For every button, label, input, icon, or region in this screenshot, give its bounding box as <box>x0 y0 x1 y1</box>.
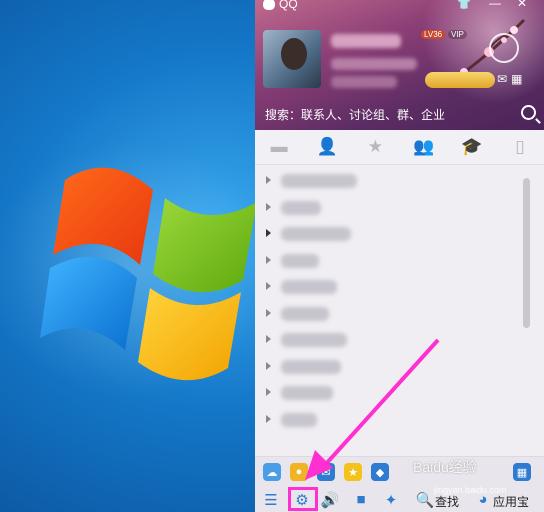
sound-icon[interactable]: 🔊 <box>320 491 340 509</box>
tab-favorites[interactable]: ★ <box>351 130 399 164</box>
search-bar[interactable]: 搜索：联系人、讨论组、群、企业 <box>255 101 544 127</box>
weiyun-icon[interactable]: ☁ <box>263 463 281 481</box>
list-item[interactable] <box>255 380 525 407</box>
file-folder-icon[interactable]: ■ <box>351 491 371 508</box>
list-item[interactable] <box>255 327 525 354</box>
minimize-button[interactable]: — <box>487 0 503 10</box>
mail-app-icon[interactable]: ✉ <box>317 463 335 481</box>
list-item[interactable] <box>255 354 525 381</box>
star-icon: ★ <box>367 137 384 156</box>
qq-penguin-icon <box>263 0 275 10</box>
baidu-watermark-url: jingyan.baidu.com <box>434 485 507 495</box>
app-shortcut-bar: ☁ ● ✉ ★ ◆ ▦ <box>255 456 544 487</box>
list-item[interactable] <box>255 221 525 248</box>
vip-badge[interactable]: VIP <box>448 30 467 39</box>
search-input[interactable]: 搜索：联系人、讨论组、群、企业 <box>265 106 445 123</box>
group-icon: 👥 <box>413 137 435 156</box>
collection-icon[interactable]: ✦ <box>381 491 401 509</box>
chat-bubble-icon: ▬ <box>270 137 288 156</box>
close-button[interactable]: ✕ <box>514 0 530 10</box>
search-icon[interactable] <box>521 105 536 120</box>
contact-group-list <box>255 168 525 453</box>
person-icon: 👤 <box>316 137 338 156</box>
tab-contacts[interactable]: 👤 <box>303 130 351 164</box>
app-grid-icon[interactable]: ▦ <box>511 72 522 86</box>
main-menu-icon[interactable]: ☰ <box>261 491 281 509</box>
list-item[interactable] <box>255 274 525 301</box>
signature-blurred[interactable] <box>331 58 417 70</box>
list-item[interactable] <box>255 407 525 434</box>
list-item[interactable] <box>255 195 525 222</box>
mail-icon[interactable]: ✉ <box>497 72 507 86</box>
signature-blurred-2 <box>331 76 397 88</box>
settings-highlight-box <box>288 487 318 511</box>
app-manager-icon[interactable]: ▦ <box>513 463 531 481</box>
qq-main-panel: QQ 👕 — ✕ LV36 VIP ✉ ▦ 搜索：联系人、讨论组、群、企业 ▬ … <box>255 0 544 512</box>
graduation-cap-icon: 🎓 <box>461 137 483 156</box>
find-icon[interactable]: 🔍 <box>415 491 435 509</box>
list-item[interactable] <box>255 301 525 328</box>
favorite-app-icon[interactable]: ★ <box>344 463 362 481</box>
nickname-blurred <box>331 34 401 48</box>
qq-header: QQ 👕 — ✕ LV36 VIP ✉ ▦ 搜索：联系人、讨论组、群、企业 <box>255 0 544 130</box>
desktop <box>0 0 255 512</box>
contact-list-scrollbar[interactable] <box>523 178 530 328</box>
qzone-icon[interactable]: ◆ <box>371 463 389 481</box>
skin-icon[interactable]: 👕 <box>456 0 472 10</box>
windows-logo <box>40 167 255 381</box>
header-quick-icons: ✉ ▦ <box>497 72 522 86</box>
find-label[interactable]: 查找 <box>435 493 459 510</box>
tab-device[interactable]: ▯ <box>496 130 544 164</box>
avatar[interactable] <box>263 30 321 88</box>
weather-icon[interactable] <box>489 33 519 63</box>
level-badge[interactable]: LV36 <box>421 30 446 39</box>
baidu-watermark: Baidu经验 <box>413 459 477 475</box>
tab-session[interactable]: ▬ <box>255 130 303 164</box>
phone-icon: ▯ <box>515 137 525 156</box>
qq-title-text: QQ <box>279 0 298 11</box>
tab-groups[interactable]: 👥 <box>400 130 448 164</box>
list-item[interactable] <box>255 168 525 195</box>
game-icon[interactable]: ● <box>290 463 308 481</box>
main-tabs: ▬ 👤 ★ 👥 🎓 ▯ <box>255 130 544 165</box>
qq-title: QQ <box>263 0 298 11</box>
app-store-label[interactable]: 应用宝 <box>493 493 529 510</box>
status-bar-blurred[interactable] <box>425 72 495 88</box>
tab-school[interactable]: 🎓 <box>448 130 496 164</box>
list-item[interactable] <box>255 248 525 275</box>
